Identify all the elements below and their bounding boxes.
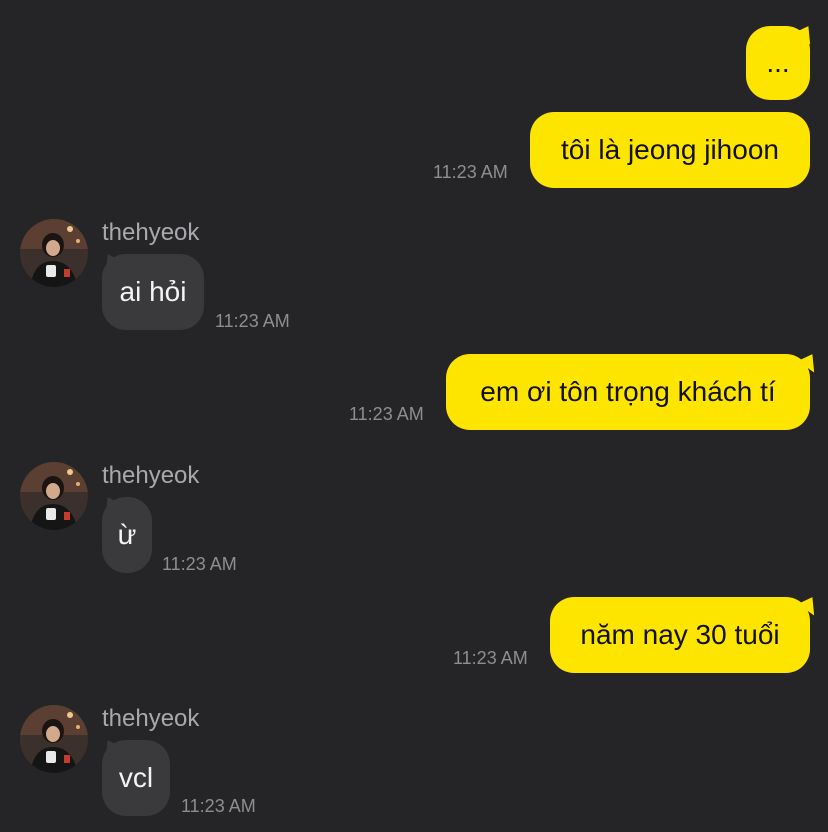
sender-name: thehyeok: [102, 219, 200, 246]
message-text: tôi là jeong jihoon: [561, 134, 779, 165]
message-text: ừ: [117, 519, 137, 550]
incoming-message-bubble[interactable]: ai hỏi: [102, 254, 204, 330]
message-timestamp: 11:23 AM: [162, 554, 237, 574]
message-timestamp: 11:23 AM: [433, 162, 508, 182]
message-text: vcl: [118, 762, 154, 793]
message-timestamp: 11:23 AM: [215, 311, 290, 331]
message-text: ai hỏi: [119, 276, 187, 307]
incoming-message-bubble[interactable]: ừ: [102, 497, 152, 573]
sender-name: thehyeok: [102, 705, 200, 732]
incoming-message-bubble[interactable]: vcl: [102, 740, 170, 816]
outgoing-message-bubble[interactable]: tôi là jeong jihoon: [530, 112, 810, 188]
contact-avatar[interactable]: [20, 219, 88, 287]
outgoing-message-bubble[interactable]: ...: [746, 26, 810, 100]
message-text: năm nay 30 tuổi: [580, 619, 780, 650]
contact-avatar[interactable]: [20, 462, 88, 530]
message-timestamp: 11:23 AM: [181, 796, 256, 816]
sender-name: thehyeok: [102, 462, 200, 489]
contact-avatar[interactable]: [20, 705, 88, 773]
message-timestamp: 11:23 AM: [453, 648, 528, 668]
message-timestamp: 11:23 AM: [349, 404, 424, 424]
message-text: ...: [766, 47, 790, 78]
message-text: em ơi tôn trọng khách tí: [480, 376, 776, 407]
outgoing-message-bubble[interactable]: em ơi tôn trọng khách tí: [446, 354, 810, 430]
outgoing-message-bubble[interactable]: năm nay 30 tuổi: [550, 597, 810, 673]
